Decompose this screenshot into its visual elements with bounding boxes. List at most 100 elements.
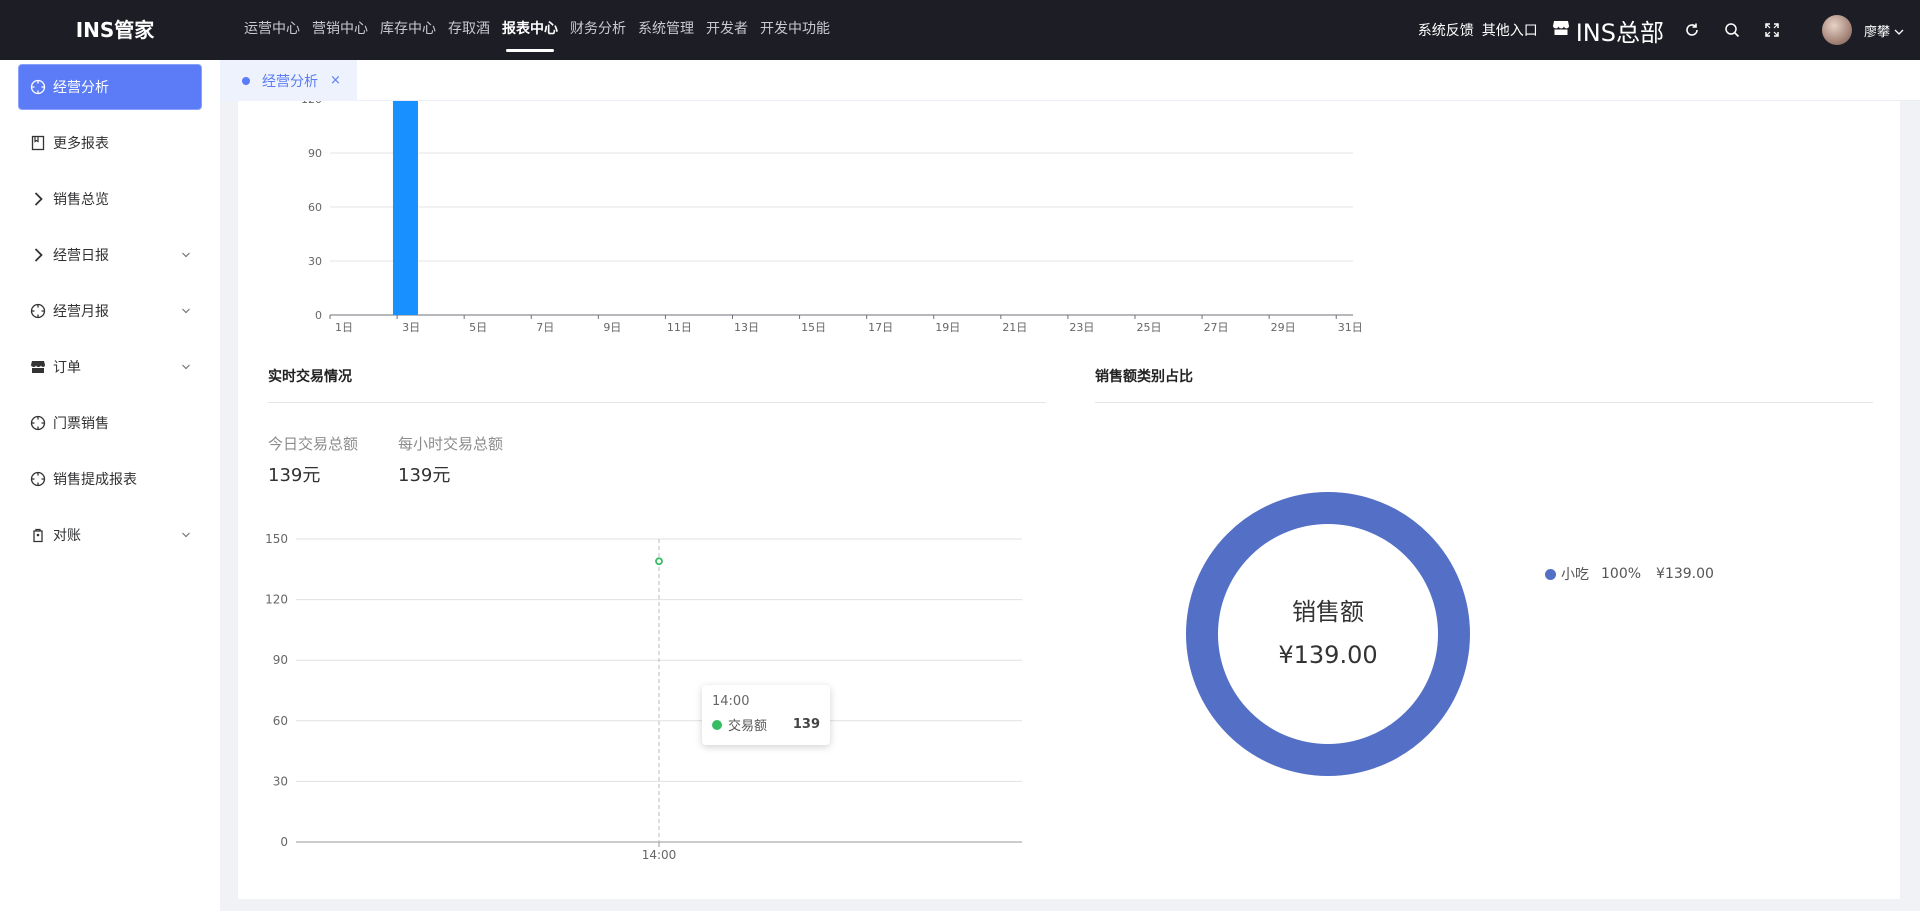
bar-xtick-label: 19日	[935, 321, 960, 334]
username[interactable]: 廖攀	[1864, 21, 1890, 40]
hourly-total-label: 每小时交易总额	[398, 435, 504, 453]
bar-ytick-label: 60	[308, 201, 322, 214]
top-nav-item-2[interactable]: 库存中心	[374, 0, 442, 60]
legend-amount: ¥139.00	[1656, 566, 1714, 582]
today-total-label: 今日交易总额	[268, 435, 359, 453]
bar-xtick-label: 15日	[801, 321, 826, 334]
chevron-down-icon	[181, 248, 191, 264]
donut-center: 销售额 ¥139.00	[1228, 592, 1428, 669]
bar-xtick-label: 21日	[1002, 321, 1027, 334]
chevron-down-icon	[181, 528, 191, 544]
sidebar-item-1[interactable]: 更多报表	[19, 121, 201, 165]
legend-percent: 100%	[1601, 566, 1642, 582]
top-nav-item-3[interactable]: 存取酒	[442, 0, 496, 60]
tooltip-series-name: 交易额	[728, 719, 768, 734]
tab-business-analysis[interactable]: 经营分析 ×	[220, 60, 357, 101]
refresh-icon[interactable]	[1672, 0, 1712, 60]
top-nav-item-0[interactable]: 运营中心	[238, 0, 306, 60]
realtime-line-chart: 0 30 60 90 120 150 14:00	[265, 532, 1022, 862]
bar-xtick-label: 23日	[1069, 321, 1094, 334]
daily-sales-bar-chart: 0 30 60 90 120 1日 3日 5日 7日 9日 11日 13日 15日 17日 19日 21日 23…	[301, 101, 1363, 334]
sidebar-item-label: 门票销售	[53, 416, 109, 432]
crosshair-icon	[29, 302, 47, 320]
donut-center-value: ¥139.00	[1278, 641, 1378, 669]
sidebar-item-label: 经营月报	[53, 304, 109, 320]
bar-xtick-label: 1日	[335, 321, 353, 334]
bar-ytick-label: 0	[315, 309, 322, 322]
realtime-divider	[268, 402, 1046, 403]
top-nav-item-7[interactable]: 开发者	[700, 0, 754, 60]
bar-xtick-label: 5日	[469, 321, 487, 334]
legend-name: 小吃	[1561, 567, 1589, 583]
bar-xtick-label: 3日	[402, 321, 420, 334]
sidebar-item-5[interactable]: 订单	[19, 345, 201, 389]
sidebar-item-3[interactable]: 经营日报	[19, 233, 201, 277]
category-divider	[1095, 402, 1873, 403]
store-icon	[1552, 19, 1570, 41]
donut-legend-item[interactable]: 小吃 100% ¥139.00	[1545, 564, 1714, 584]
top-nav-item-5[interactable]: 财务分析	[564, 0, 632, 60]
chevron-down-icon[interactable]	[1894, 21, 1904, 40]
tag-icon	[29, 526, 47, 544]
sidebar-item-0[interactable]: 经营分析	[19, 65, 201, 109]
sidebar: 经营分析更多报表销售总览经营日报经营月报订单门票销售销售提成报表 对账	[0, 60, 220, 911]
other-entry-link[interactable]: 其他入口	[1482, 20, 1538, 40]
fullscreen-icon[interactable]	[1752, 0, 1792, 60]
feedback-link[interactable]: 系统反馈	[1418, 20, 1474, 40]
crosshair-icon	[29, 78, 47, 96]
tab-bar: 经营分析 ×	[220, 60, 1920, 101]
bar-3日[interactable]	[392, 101, 418, 315]
tooltip-value: 139	[792, 717, 820, 732]
top-nav-item-6[interactable]: 系统管理	[632, 0, 700, 60]
chart-tooltip: 14:00 交易额 139	[702, 685, 830, 745]
chevron-right-icon	[29, 190, 47, 208]
bar-xtick-label: 9日	[603, 321, 621, 334]
top-right-toolbar: 系统反馈 其他入口 INS总部 廖攀	[1418, 0, 1920, 60]
chevron-down-icon	[181, 360, 191, 376]
crosshair-icon	[29, 414, 47, 432]
tab-label: 经营分析	[262, 73, 318, 90]
store-icon	[29, 358, 47, 376]
bar-xtick-label: 25日	[1136, 321, 1161, 334]
sidebar-item-label: 订单	[53, 360, 81, 376]
bar-xtick-label: 11日	[667, 321, 692, 334]
realtime-title: 实时交易情况	[268, 369, 352, 385]
top-nav: 运营中心 营销中心 库存中心 存取酒 报表中心 财务分析 系统管理 开发者 开发中功能	[238, 0, 836, 60]
bar-xtick-label: 17日	[868, 321, 893, 334]
top-nav-item-1[interactable]: 营销中心	[306, 0, 374, 60]
tooltip-series-dot	[712, 719, 722, 730]
sidebar-item-8[interactable]: 对账	[19, 513, 201, 557]
close-icon[interactable]: ×	[330, 73, 341, 88]
sidebar-item-7[interactable]: 销售提成报表	[19, 457, 201, 501]
bar-xtick-label: 31日	[1338, 321, 1363, 334]
tooltip-time: 14:00	[712, 694, 750, 709]
bar-xtick-label: 7日	[536, 321, 554, 334]
crosshair-icon	[29, 470, 47, 488]
line-xtick-label: 14:00	[642, 848, 677, 862]
line-point[interactable]	[655, 557, 663, 566]
report-icon	[29, 134, 47, 152]
bar-ytick-label: 90	[308, 147, 322, 160]
line-ytick-label: 150	[265, 532, 288, 546]
sidebar-item-4[interactable]: 经营月报	[19, 289, 201, 333]
top-bar: INS管家 运营中心 营销中心 库存中心 存取酒 报表中心 财务分析 系统管理 开发者 开发中功…	[0, 0, 1920, 60]
sidebar-item-label: 经营日报	[53, 248, 109, 264]
search-icon[interactable]	[1712, 0, 1752, 60]
sidebar-item-label: 对账	[53, 528, 81, 544]
top-nav-item-4[interactable]: 报表中心	[496, 0, 564, 60]
category-title: 销售额类别占比	[1095, 369, 1193, 385]
line-ytick-label: 60	[273, 714, 288, 728]
app-logo[interactable]: INS管家	[0, 0, 230, 60]
line-ytick-label: 120	[265, 593, 288, 607]
sidebar-item-label: 销售提成报表	[53, 472, 137, 488]
chevron-right-icon	[29, 246, 47, 264]
store-switcher[interactable]: INS总部	[1552, 13, 1664, 48]
top-nav-item-8[interactable]: 开发中功能	[754, 0, 836, 60]
bar-xtick-label: 27日	[1204, 321, 1229, 334]
bar-ytick-label: 30	[308, 255, 322, 268]
avatar[interactable]	[1821, 15, 1852, 45]
donut-center-label: 销售额	[1292, 598, 1364, 626]
sidebar-item-2[interactable]: 销售总览	[19, 177, 201, 221]
sidebar-item-6[interactable]: 门票销售	[19, 401, 201, 445]
sidebar-item-label: 经营分析	[53, 80, 109, 96]
